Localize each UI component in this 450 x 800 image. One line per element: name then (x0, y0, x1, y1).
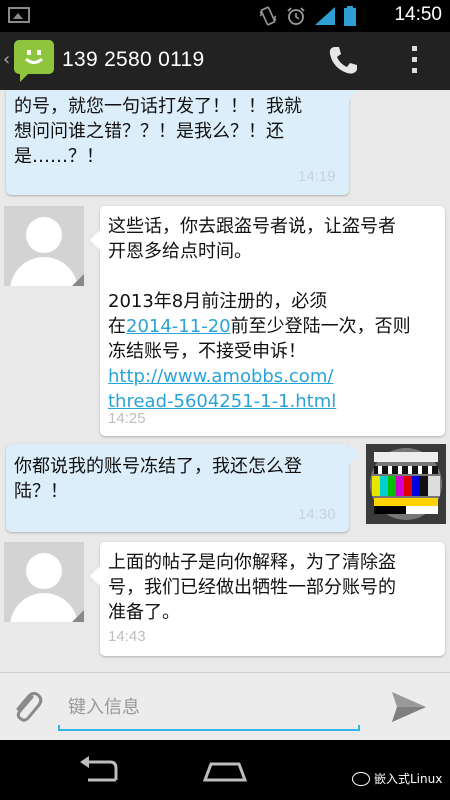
compose-bar (0, 672, 450, 741)
message-timestamp: 14:30 (298, 506, 336, 523)
messaging-app-icon[interactable] (14, 40, 54, 82)
input-underline (58, 725, 360, 731)
alarm-icon (287, 7, 305, 25)
url-link[interactable]: http://www.amobbs.com/ thread-5604251-1-… (108, 366, 336, 412)
smiley-face-icon (25, 50, 43, 64)
wechat-icon (352, 771, 370, 786)
watermark: 嵌入式Linux (352, 770, 442, 787)
message-bubble-outgoing[interactable]: 你都说我的账号冻结了，我还怎么登 陆？！ 14:30 (6, 444, 359, 532)
message-bubble-incoming[interactable]: 上面的帖子是向你解释，为了清除盗 号，我们已经做出牺牲一部分账号的 准备了。 1… (90, 542, 445, 656)
message-text: 的号，就您一句话打发了！！！我就 想问问谁之错？？！是我么？！还 是……？！ (14, 96, 302, 167)
attach-paperclip-icon[interactable] (10, 689, 44, 725)
status-icons (258, 5, 356, 27)
watermark-text: 嵌入式Linux (374, 772, 443, 786)
message-timestamp: 14:25 (108, 410, 146, 427)
message-bubble-incoming[interactable]: 这些话，你去跟盗号者说，让盗号者 开恩多给点时间。 2013年8月前注册的，必须… (90, 206, 445, 436)
message-bubble-outgoing[interactable]: 的号，就您一句话打发了！！！我就 想问问谁之错？？！是我么？！还 是……？！ 1… (6, 90, 359, 195)
image-notification-icon (8, 7, 30, 23)
overflow-menu-icon[interactable] (408, 46, 420, 76)
back-icon[interactable] (76, 754, 122, 786)
phone-icon[interactable] (326, 44, 362, 78)
date-link[interactable]: 2014-11-20 (126, 316, 231, 337)
home-icon[interactable] (202, 754, 248, 786)
message-timestamp: 14:43 (108, 628, 146, 645)
message-text: 上面的帖子是向你解释，为了清除盗 号，我们已经做出牺牲一部分账号的 准备了。 (108, 552, 396, 623)
default-contact-avatar[interactable] (4, 206, 84, 286)
signal-icon (315, 7, 335, 25)
message-input[interactable] (58, 687, 358, 727)
test-pattern-avatar[interactable] (366, 444, 446, 524)
conversation-list[interactable]: 的号，就您一句话打发了！！！我就 想问问谁之错？？！是我么？！还 是……？！ 1… (0, 90, 450, 672)
message-text: 你都说我的账号冻结了，我还怎么登 陆？！ (14, 456, 302, 502)
contact-number: 139 2580 0119 (62, 48, 205, 71)
default-contact-avatar[interactable] (4, 542, 84, 622)
battery-icon (344, 6, 356, 26)
action-bar: ‹ 139 2580 0119 (0, 32, 450, 90)
status-time: 14:50 (394, 4, 442, 25)
status-bar: 14:50 (0, 0, 450, 32)
send-icon[interactable] (390, 690, 428, 724)
message-text: 这些话，你去跟盗号者说，让盗号者 开恩多给点时间。 2013年8月前注册的，必须… (108, 214, 440, 414)
message-timestamp: 14:19 (298, 168, 336, 185)
test-pattern-image (366, 444, 446, 524)
back-chevron-icon[interactable]: ‹ (3, 49, 10, 70)
vibrate-icon (259, 6, 277, 26)
